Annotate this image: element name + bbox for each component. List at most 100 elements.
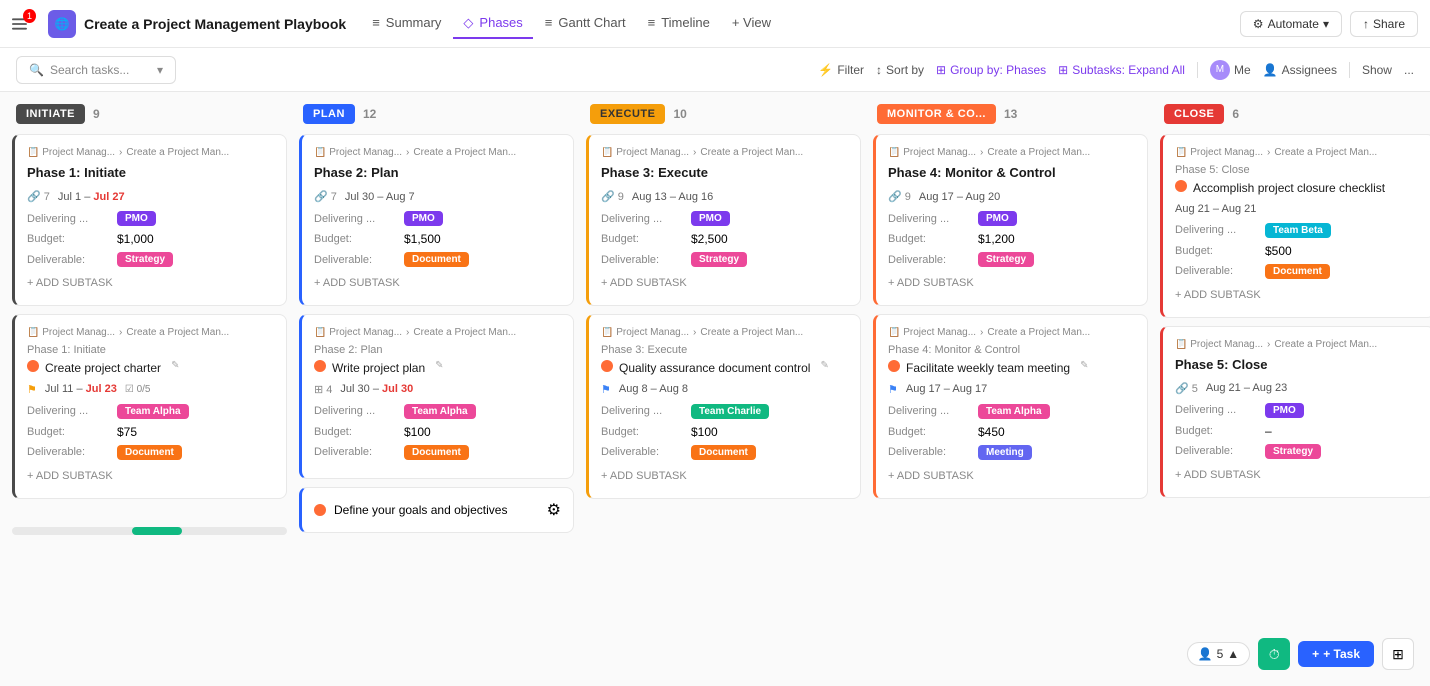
phase-badge-close: CLOSE bbox=[1164, 104, 1224, 124]
phase-label: Phase 5: Close bbox=[1175, 164, 1422, 176]
subtask-progress: ☑ 0/5 bbox=[125, 384, 151, 395]
share-icon: ↑ bbox=[1363, 17, 1369, 31]
subtasks-button[interactable]: ⊞ Subtasks: Expand All bbox=[1058, 63, 1185, 77]
card-meta: 🔗 9 Aug 17 – Aug 20 bbox=[888, 190, 1135, 203]
phase-count-initiate: 9 bbox=[93, 107, 100, 121]
column-header-initiate: INITIATE 9 bbox=[12, 104, 287, 124]
task-status-icon bbox=[1175, 180, 1187, 192]
task-title-row: Create project charter ✎ bbox=[27, 360, 274, 377]
add-subtask-button[interactable]: + ADD SUBTASK bbox=[27, 466, 274, 486]
share-button[interactable]: ↑ Share bbox=[1350, 11, 1418, 37]
add-subtask-button[interactable]: + ADD SUBTASK bbox=[601, 273, 848, 293]
group-by-button[interactable]: ⊞ Group by: Phases bbox=[936, 63, 1046, 77]
add-subtask-button[interactable]: + ADD SUBTASK bbox=[1175, 465, 1422, 485]
phase-badge-initiate: INITIATE bbox=[16, 104, 85, 124]
card-phase4-main[interactable]: 📋 Project Manag... › Create a Project Ma… bbox=[873, 134, 1148, 306]
card-title: Phase 4: Monitor & Control bbox=[888, 164, 1135, 182]
card-phase1-task[interactable]: 📋 Project Manag... › Create a Project Ma… bbox=[12, 314, 287, 499]
card-delivering: Delivering ... PMO bbox=[888, 211, 1135, 226]
bottom-bar: 👤 5 ▲ ⏱ + + Task ⊞ bbox=[1187, 638, 1414, 670]
nav-gantt[interactable]: ≡ Gantt Chart bbox=[535, 9, 636, 38]
card-budget: Budget: $450 bbox=[888, 425, 1135, 439]
card-meta: ⚑ Jul 11 – Jul 23 ☑ 0/5 bbox=[27, 383, 274, 396]
card-budget: Budget: $100 bbox=[314, 425, 561, 439]
task-title-row: Write project plan ✎ bbox=[314, 360, 561, 377]
timer-button[interactable]: ⏱ bbox=[1258, 638, 1290, 670]
edit-icon: ✎ bbox=[171, 360, 179, 371]
add-subtask-button[interactable]: + ADD SUBTASK bbox=[888, 466, 1135, 486]
card-phase3-main[interactable]: 📋 Project Manag... › Create a Project Ma… bbox=[586, 134, 861, 306]
grid-view-button[interactable]: ⊞ bbox=[1382, 638, 1414, 670]
column-header-close: CLOSE 6 bbox=[1160, 104, 1430, 124]
breadcrumb: 📋 Project Manag... › Create a Project Ma… bbox=[314, 147, 561, 158]
add-subtask-button[interactable]: + ADD SUBTASK bbox=[27, 273, 274, 293]
filter-icon: ⚡ bbox=[818, 63, 833, 77]
card-meta: 🔗 7 Jul 30 – Aug 7 bbox=[314, 190, 561, 203]
add-subtask-button[interactable]: + ADD SUBTASK bbox=[601, 466, 848, 486]
document-tag: Document bbox=[404, 252, 469, 267]
card-delivering: Delivering ... PMO bbox=[27, 211, 274, 226]
assignees-button[interactable]: 👤 Assignees bbox=[1263, 63, 1337, 77]
breadcrumb: 📋 Project Manag... › Create a Project Ma… bbox=[27, 327, 274, 338]
card-meta: ⚑ Aug 17 – Aug 17 bbox=[888, 383, 1135, 396]
card-date: Aug 21 – Aug 21 bbox=[1175, 203, 1256, 215]
pmo-tag: PMO bbox=[404, 211, 443, 226]
automate-button[interactable]: ⚙ Automate ▾ bbox=[1240, 11, 1342, 37]
me-filter[interactable]: M Me bbox=[1210, 60, 1251, 80]
card-phase4-task[interactable]: 📋 Project Manag... › Create a Project Ma… bbox=[873, 314, 1148, 499]
card-budget: Budget: $1,500 bbox=[314, 232, 561, 246]
card-deliverable: Deliverable: Document bbox=[27, 445, 274, 460]
card-date: Aug 17 – Aug 20 bbox=[919, 191, 1000, 203]
show-button[interactable]: Show bbox=[1362, 63, 1392, 77]
column-initiate: INITIATE 9 📋 Project Manag... › Create a… bbox=[12, 104, 287, 674]
card-phase1-main[interactable]: 📋 Project Manag... › Create a Project Ma… bbox=[12, 134, 287, 306]
card-phase3-task[interactable]: 📋 Project Manag... › Create a Project Ma… bbox=[586, 314, 861, 499]
nav-summary[interactable]: ≡ Summary bbox=[362, 9, 451, 38]
card-phase5-main[interactable]: 📋 Project Manag... › Create a Project Ma… bbox=[1160, 326, 1430, 498]
add-task-button[interactable]: + + Task bbox=[1298, 641, 1374, 667]
card-title: Phase 2: Plan bbox=[314, 164, 561, 182]
task-status-icon bbox=[888, 360, 900, 372]
main-nav: ≡ Summary ◇ Phases ≡ Gantt Chart ≡ Timel… bbox=[362, 9, 781, 39]
team-charlie-tag: Team Charlie bbox=[691, 404, 769, 419]
add-subtask-button[interactable]: + ADD SUBTASK bbox=[1175, 285, 1422, 305]
nav-add-view[interactable]: + View bbox=[722, 9, 781, 38]
card-budget: Budget: $75 bbox=[27, 425, 274, 439]
document-tag: Document bbox=[1265, 264, 1330, 279]
column-plan: PLAN 12 📋 Project Manag... › Create a Pr… bbox=[299, 104, 574, 674]
person-icon: 👤 bbox=[1198, 647, 1213, 661]
card-phase2-task[interactable]: 📋 Project Manag... › Create a Project Ma… bbox=[299, 314, 574, 479]
menu-button[interactable]: 1 bbox=[12, 10, 40, 38]
phases-icon: ◇ bbox=[463, 15, 473, 31]
card-phase5-task1[interactable]: 📋 Project Manag... › Create a Project Ma… bbox=[1160, 134, 1430, 318]
add-subtask-button[interactable]: + ADD SUBTASK bbox=[314, 273, 561, 293]
subtask-count-icon: 🔗 7 bbox=[314, 190, 337, 203]
nav-timeline[interactable]: ≡ Timeline bbox=[638, 9, 720, 38]
breadcrumb: 📋 Project Manag... › Create a Project Ma… bbox=[601, 147, 848, 158]
search-box[interactable]: 🔍 Search tasks... ▾ bbox=[16, 56, 176, 84]
card-phase2-main[interactable]: 📋 Project Manag... › Create a Project Ma… bbox=[299, 134, 574, 306]
scrollbar-track bbox=[12, 527, 287, 535]
sort-button[interactable]: ↕ Sort by bbox=[876, 63, 924, 77]
phase-count-close: 6 bbox=[1232, 107, 1239, 121]
app-title: Create a Project Management Playbook bbox=[84, 16, 346, 32]
nav-phases[interactable]: ◇ Phases bbox=[453, 9, 532, 39]
automate-icon: ⚙ bbox=[1253, 17, 1264, 31]
scrollbar-thumb[interactable] bbox=[132, 527, 182, 535]
pmo-tag: PMO bbox=[117, 211, 156, 226]
notification-badge: 1 bbox=[23, 9, 36, 23]
breadcrumb: 📋 Project Manag... › Create a Project Ma… bbox=[27, 147, 274, 158]
team-alpha-tag: Team Alpha bbox=[404, 404, 476, 419]
card-deliverable: Deliverable: Document bbox=[601, 445, 848, 460]
add-subtask-button[interactable]: + ADD SUBTASK bbox=[888, 273, 1135, 293]
card-budget: Budget: $1,200 bbox=[888, 232, 1135, 246]
card-phase2-simple[interactable]: Define your goals and objectives ⚙ bbox=[299, 487, 574, 533]
timeline-icon: ≡ bbox=[648, 15, 656, 30]
pmo-tag: PMO bbox=[1265, 403, 1304, 418]
strategy-tag: Strategy bbox=[978, 252, 1034, 267]
toolbar-right: ⚡ Filter ↕ Sort by ⊞ Group by: Phases ⊞ … bbox=[818, 60, 1414, 80]
filter-button[interactable]: ⚡ Filter bbox=[818, 63, 864, 77]
more-button[interactable]: ... bbox=[1404, 63, 1414, 77]
group-icon: ⊞ bbox=[936, 63, 946, 77]
phase-count-monitor: 13 bbox=[1004, 107, 1017, 121]
